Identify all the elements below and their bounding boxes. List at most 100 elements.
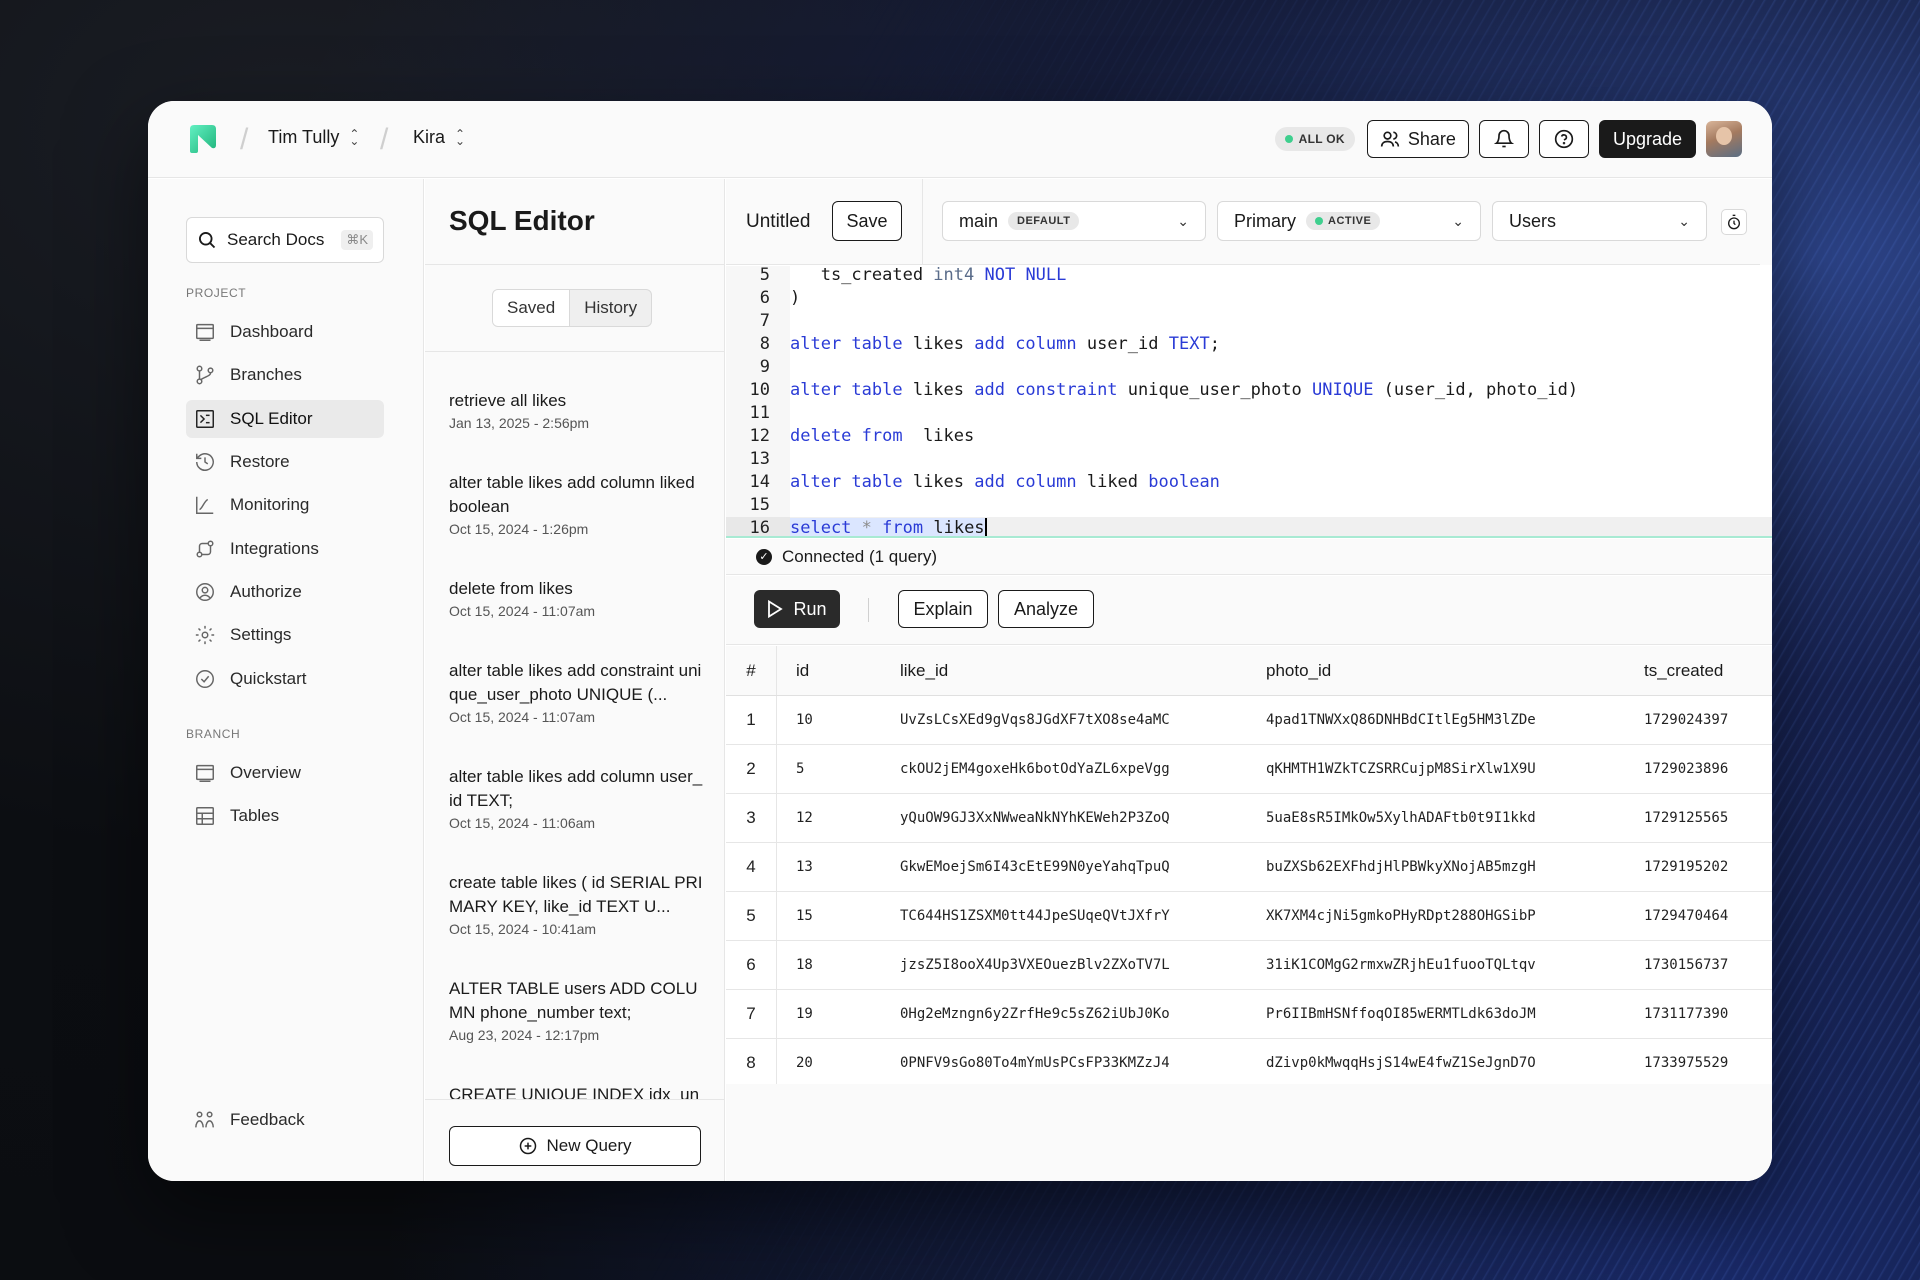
feedback-button[interactable]: Feedback [186,1101,384,1139]
editor-focus-line [726,536,1772,538]
new-query-button[interactable]: New Query [449,1126,701,1166]
table-row[interactable]: 2 5 ckOU2jEM4goxeHk6botOdYaZL6xpeVgg qKH… [726,745,1772,794]
list-item[interactable]: retrieve all likes Jan 13, 2025 - 2:56pm [449,389,705,431]
list-item[interactable]: ALTER TABLE users ADD COLUMN phone_numbe… [449,977,705,1043]
sidebar-item-sql-editor[interactable]: SQL Editor [186,400,384,438]
help-icon [1554,129,1574,149]
branch-select[interactable]: main DEFAULT ⌄ [942,201,1206,241]
new-query-label: New Query [546,1136,632,1155]
sidebar-item-monitoring[interactable]: Monitoring [186,486,384,524]
explain-button[interactable]: Explain [898,590,988,628]
cell-like-id: 0PNFV9sGo80To4mYmUsPCsFP33KMZzJ4 [900,1055,1170,1071]
sidebar-item-restore[interactable]: Restore [186,443,384,481]
table-row[interactable]: 8 20 0PNFV9sGo80To4mYmUsPCsFP33KMZzJ4 dZ… [726,1039,1772,1088]
cell-like-id: GkwEMoejSm6I43cEtE99N0yeYahqTpuQ [900,859,1170,875]
sidebar: Search Docs ⌘K PROJECT Dashboard Branche… [148,179,424,1181]
database-select[interactable]: Users ⌄ [1492,201,1707,241]
sidebar-item-quickstart[interactable]: Quickstart [186,660,384,698]
cell-ts-created: 1733975529 [1644,1055,1729,1071]
code-editor[interactable]: 5 ts_created int4 NOT NULL 6) 7 8 alter t… [726,266,1772,538]
cell-photo-id: Pr6IIBmHSNffoqOI85wERMTLdk63doJM [1266,1006,1536,1022]
plus-circle-icon [520,1137,537,1155]
table-row[interactable]: 4 13 GkwEMoejSm6I43cEtE99N0yeYahqTpuQ bu… [726,843,1772,892]
sidebar-item-label: Restore [230,452,290,471]
code-text: alter table likes add column liked boole… [790,472,1220,492]
sidebar-item-label: Dashboard [230,322,314,341]
save-button[interactable]: Save [832,201,902,241]
monitoring-icon [196,496,214,514]
sidebar-item-integrations[interactable]: Integrations [186,530,384,568]
table-row[interactable]: 6 18 jzsZ5I8ooX4Up3VXEOuezBlv2ZXoTV7L 31… [726,941,1772,990]
code-text: alter table likes add column user_id TEX… [790,334,1220,354]
list-item[interactable]: alter table likes add constraint unique_… [449,659,705,725]
column-header[interactable]: like_id [900,661,948,681]
column-header[interactable]: photo_id [1266,661,1331,681]
avatar[interactable] [1706,121,1742,157]
cell-photo-id: 31iK1COMgG2rmxwZRjhEu1fuooTQLtqv [1266,957,1536,973]
sidebar-item-tables[interactable]: Tables [186,797,384,835]
upgrade-button[interactable]: Upgrade [1598,120,1696,158]
cell-id: 15 [796,908,813,924]
cell-id: 12 [796,810,813,826]
column-divider [776,646,777,695]
sidebar-item-authorize[interactable]: Authorize [186,573,384,611]
breadcrumb-separator: / [240,123,249,156]
line-number: 14 [749,472,770,492]
table-row[interactable]: 5 15 TC644HS1ZSXM0tt44JpeSUqeQVtJXfrY XK… [726,892,1772,941]
line-number: 7 [759,311,770,331]
org-switcher[interactable]: Tim Tully ⌃ ⌄ [268,127,359,148]
table-row[interactable]: 7 19 0Hg2eMzngn6y2ZrfHe9c5sZ62iUbJ0Ko Pr… [726,990,1772,1039]
help-button[interactable] [1538,120,1589,158]
table-row[interactable]: 3 12 yQuOW9GJ3XxNWweaNkNYhKEWeh2P3ZoQ 5u… [726,794,1772,843]
editor-toolbar: Untitled Save main DEFAULT ⌄ Primary ACT… [726,179,1772,265]
breadcrumb-separator: / [380,123,389,156]
status-badge[interactable]: ALL OK [1274,127,1355,151]
neon-logo-icon[interactable] [186,123,218,155]
column-header: # [746,660,756,680]
table-row[interactable]: 1 10 UvZsLCsXEd9gVqs8JGdXF7tXO8se4aMC 4p… [726,696,1772,745]
tab-saved[interactable]: Saved [493,290,571,326]
code-line: 14 alter table likes add column liked boo… [726,471,1772,494]
tab-history[interactable]: History [570,290,651,326]
column-header[interactable]: ts_created [1644,661,1723,681]
share-button[interactable]: Share [1366,120,1469,158]
overview-icon [196,764,214,782]
list-item[interactable]: create table likes ( id SERIAL PRIMARY K… [449,871,705,937]
gear-icon [195,625,215,645]
query-title[interactable]: Untitled [746,211,810,233]
list-item[interactable]: alter table likes add column liked boole… [449,471,705,537]
column-divider [776,745,777,793]
page-title: SQL Editor [449,205,595,236]
sidebar-item-label: Authorize [230,582,302,601]
results-empty-area [726,1084,1772,1181]
run-button[interactable]: Run [754,590,840,628]
sidebar-item-branches[interactable]: Branches [186,356,384,394]
tables-icon [196,807,214,825]
query-date: Oct 15, 2024 - 11:06am [449,815,596,831]
analyze-button[interactable]: Analyze [998,590,1094,628]
column-header[interactable]: id [796,661,809,681]
sidebar-item-settings[interactable]: Settings [186,616,384,654]
column-divider [776,990,777,1038]
search-docs-button[interactable]: Search Docs ⌘K [186,217,384,263]
app-window: / Tim Tully ⌃⌄ / Kira ⌃⌄ ALL OK Share [148,101,1772,1181]
project-switcher[interactable]: Kira ⌃ ⌄ [413,127,465,148]
list-item[interactable]: delete from likes Oct 15, 2024 - 11:07am [449,577,705,619]
compute-select[interactable]: Primary ACTIVE ⌄ [1217,201,1481,241]
cell-photo-id: 4pad1TNWXxQ86DNHBdCItlEg5HM3lZDe [1266,712,1536,728]
cell-photo-id: XK7XM4cjNi5gmkoPHyRDpt288OHGSibP [1266,908,1536,924]
notifications-button[interactable] [1478,120,1529,158]
cell-photo-id: buZXSb62EXFhdjHlPBWkyXNojAB5mzgH [1266,859,1536,875]
authorize-icon [196,583,214,601]
code-text: delete from likes [790,426,975,446]
code-line: 12 delete from likes [726,425,1772,448]
timer-button[interactable] [1721,209,1747,235]
list-item[interactable]: alter table likes add column user_id TEX… [449,765,705,831]
sidebar-item-dashboard[interactable]: Dashboard [186,313,384,351]
sidebar-item-overview[interactable]: Overview [186,754,384,792]
check-circle-icon: ✓ [756,548,772,565]
top-bar: / Tim Tully ⌃⌄ / Kira ⌃⌄ ALL OK Share [148,101,1772,178]
code-text: ts_created int4 NOT NULL [790,266,1067,285]
top-actions: ALL OK Share Upgrade [1274,120,1742,158]
toolbar-edge [1760,179,1772,265]
